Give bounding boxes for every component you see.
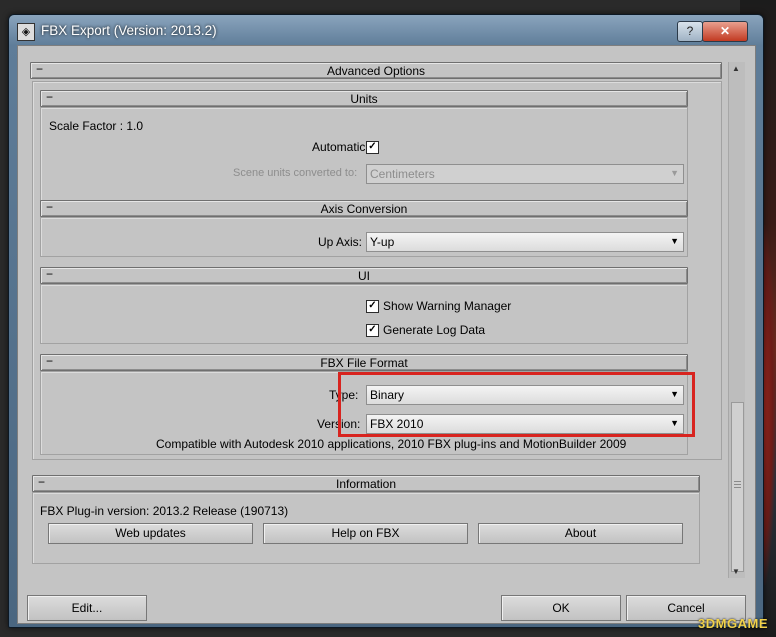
up-axis-dropdown[interactable]: Y-up ▼: [366, 232, 684, 252]
edit-button[interactable]: Edit...: [27, 595, 147, 621]
compatibility-text: Compatible with Autodesk 2010 applicatio…: [156, 437, 627, 451]
fbx-export-dialog: ◈ FBX Export (Version: 2013.2) ? ✕ − Adv…: [8, 14, 764, 628]
ui-rollout[interactable]: − UI: [40, 267, 688, 284]
fbx-file-format-rollout[interactable]: − FBX File Format: [40, 354, 688, 371]
grip-line: [734, 481, 741, 482]
ui-group: [40, 284, 688, 344]
dropdown-value: Y-up: [370, 235, 395, 249]
scroll-up-icon[interactable]: ▲: [732, 64, 740, 73]
rollout-title: Information: [335, 477, 397, 491]
axis-conversion-rollout[interactable]: − Axis Conversion: [40, 200, 688, 217]
generate-log-label: Generate Log Data: [383, 323, 486, 337]
vertical-scrollbar[interactable]: ▲ ▼: [728, 62, 745, 578]
window-title: FBX Export (Version: 2013.2): [41, 23, 217, 38]
show-warning-checkbox[interactable]: ✓: [366, 300, 379, 313]
scrollbar-thumb[interactable]: [731, 402, 744, 572]
show-warning-label: Show Warning Manager: [383, 299, 512, 313]
information-rollout[interactable]: − Information: [32, 475, 700, 492]
automatic-label: Automatic: [312, 140, 366, 154]
chevron-down-icon: ▼: [670, 236, 679, 246]
title-bar[interactable]: ◈ FBX Export (Version: 2013.2) ? ✕: [9, 15, 763, 45]
advanced-options-rollout[interactable]: − Advanced Options: [30, 62, 722, 79]
rollout-title: FBX File Format: [320, 356, 408, 370]
chevron-down-icon: ▼: [670, 168, 679, 178]
web-updates-button[interactable]: Web updates: [48, 523, 253, 544]
about-button[interactable]: About: [478, 523, 683, 544]
help-button[interactable]: ?: [677, 21, 703, 42]
up-axis-label: Up Axis:: [318, 235, 363, 249]
scroll-down-icon[interactable]: ▼: [732, 567, 740, 576]
ok-button[interactable]: OK: [501, 595, 621, 621]
help-on-fbx-button[interactable]: Help on FBX: [263, 523, 468, 544]
automatic-checkbox[interactable]: ✓: [366, 141, 379, 154]
grip-line: [734, 487, 741, 488]
rollout-title: Units: [350, 92, 378, 106]
rollout-title: Axis Conversion: [320, 202, 408, 216]
scale-factor-label: Scale Factor : 1.0: [49, 119, 144, 133]
generate-log-checkbox[interactable]: ✓: [366, 324, 379, 337]
close-button[interactable]: ✕: [702, 21, 748, 42]
rollout-title: UI: [358, 269, 370, 283]
scene-units-dropdown[interactable]: Centimeters ▼: [366, 164, 684, 184]
rollout-title: Advanced Options: [326, 64, 426, 78]
grip-line: [734, 484, 741, 485]
scene-units-label: Scene units converted to:: [233, 167, 358, 179]
dialog-client: − Advanced Options − Units Scale Factor …: [17, 45, 756, 624]
rollout-panel: − Advanced Options − Units Scale Factor …: [30, 62, 722, 578]
plugin-version-text: FBX Plug-in version: 2013.2 Release (190…: [40, 504, 289, 518]
units-rollout[interactable]: − Units: [40, 90, 688, 107]
dropdown-value: Centimeters: [370, 167, 435, 181]
annotation-highlight-box: [338, 372, 695, 437]
watermark-logo: 3DMGAME: [698, 616, 768, 631]
app-icon: ◈: [17, 23, 35, 41]
